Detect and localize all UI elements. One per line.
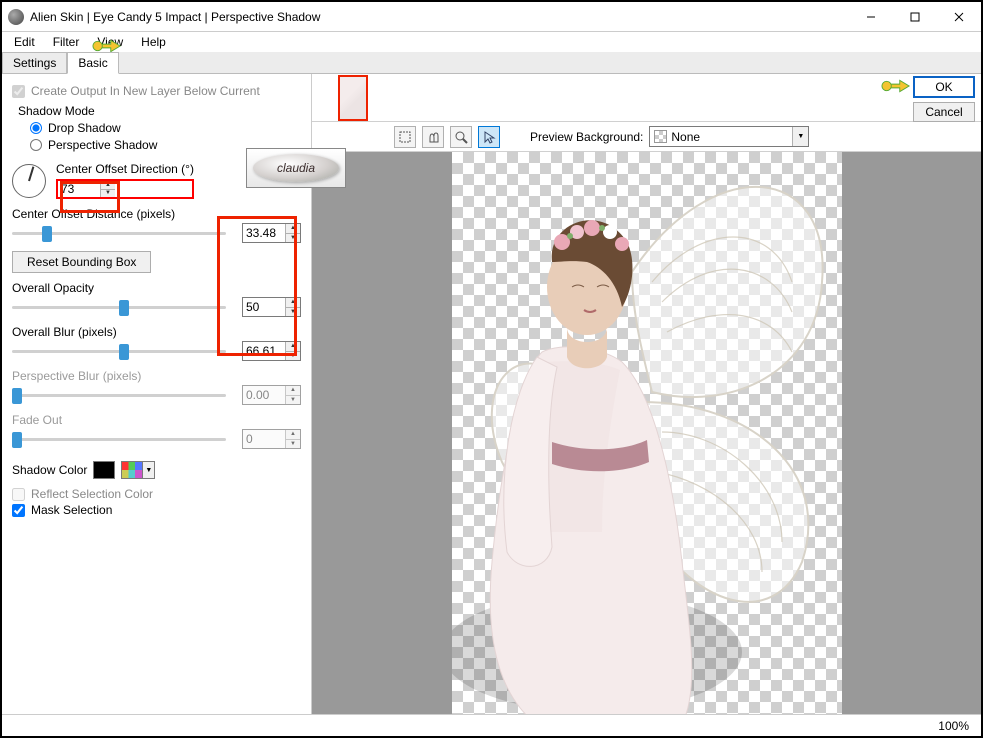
- fade-out-spinner: ▲▼: [242, 429, 301, 449]
- menubar: Edit Filter View Help: [2, 32, 981, 52]
- reset-bounding-box-button[interactable]: Reset Bounding Box: [12, 251, 151, 273]
- shadow-color-swatch[interactable]: [93, 461, 115, 479]
- overall-opacity-slider[interactable]: [12, 297, 226, 317]
- color-palette-icon[interactable]: [121, 461, 143, 479]
- center-offset-distance-input[interactable]: [243, 224, 285, 242]
- window-title: Alien Skin | Eye Candy 5 Impact | Perspe…: [30, 10, 849, 24]
- chevron-down-icon[interactable]: ▼: [792, 127, 808, 146]
- spin-up-icon[interactable]: ▲: [286, 224, 300, 234]
- ok-button[interactable]: OK: [913, 76, 975, 98]
- center-offset-distance-spinner[interactable]: ▲▼: [242, 223, 301, 243]
- watermark-stamp: claudia: [246, 148, 346, 188]
- drop-shadow-label: Drop Shadow: [48, 121, 121, 135]
- preview-area: OK Cancel Preview Background: None ▼: [312, 74, 981, 714]
- titlebar: Alien Skin | Eye Candy 5 Impact | Perspe…: [2, 2, 981, 32]
- preview-canvas[interactable]: [452, 152, 842, 714]
- preview-background-label: Preview Background:: [530, 130, 643, 144]
- perspective-blur-slider: [12, 385, 226, 405]
- create-output-label: Create Output In New Layer Below Current: [31, 84, 260, 98]
- center-offset-distance-label: Center Offset Distance (pixels): [12, 207, 301, 221]
- menu-edit[interactable]: Edit: [6, 33, 43, 51]
- create-output-checkbox: Create Output In New Layer Below Current: [12, 84, 301, 98]
- reflect-selection-checkbox: Reflect Selection Color: [12, 487, 301, 501]
- zoom-tool-icon[interactable]: [450, 126, 472, 148]
- perspective-blur-spinner: ▲▼: [242, 385, 301, 405]
- overall-blur-spinner[interactable]: ▲▼: [242, 341, 301, 361]
- spin-up-icon[interactable]: ▲: [286, 298, 300, 308]
- statusbar: 100%: [2, 714, 981, 736]
- zoom-level: 100%: [938, 719, 969, 733]
- drop-shadow-radio[interactable]: Drop Shadow: [30, 121, 301, 135]
- mask-selection-label: Mask Selection: [31, 503, 112, 517]
- color-dropdown-icon[interactable]: ▼: [143, 461, 155, 479]
- tab-settings[interactable]: Settings: [2, 52, 67, 73]
- reflect-selection-label: Reflect Selection Color: [31, 487, 153, 501]
- menu-view[interactable]: View: [89, 33, 131, 51]
- spin-up-icon[interactable]: ▲: [101, 181, 115, 190]
- fade-out-input: [243, 430, 285, 448]
- overall-blur-input[interactable]: [243, 342, 285, 360]
- perspective-blur-label: Perspective Blur (pixels): [12, 369, 301, 383]
- tab-basic[interactable]: Basic: [67, 52, 118, 74]
- center-offset-direction-input[interactable]: [58, 181, 100, 197]
- preview-canvas-wrap: [312, 152, 981, 714]
- close-button[interactable]: [937, 3, 981, 31]
- hand-tool-icon[interactable]: [422, 126, 444, 148]
- overall-opacity-label: Overall Opacity: [12, 281, 301, 295]
- angle-knob[interactable]: [12, 164, 46, 198]
- overall-opacity-spinner[interactable]: ▲▼: [242, 297, 301, 317]
- shadow-mode-label: Shadow Mode: [18, 104, 301, 118]
- app-icon: [8, 9, 24, 25]
- spin-down-icon[interactable]: ▼: [286, 234, 300, 243]
- checker-icon: [654, 130, 667, 143]
- center-offset-distance-slider[interactable]: [12, 223, 226, 243]
- menu-filter[interactable]: Filter: [45, 33, 88, 51]
- cancel-button[interactable]: Cancel: [913, 102, 975, 122]
- pointer-hand-icon: [881, 74, 911, 98]
- maximize-button[interactable]: [893, 3, 937, 31]
- preview-toolbar: Preview Background: None ▼: [312, 122, 981, 152]
- tab-strip: Settings Basic: [2, 52, 981, 74]
- minimize-button[interactable]: [849, 3, 893, 31]
- fade-out-label: Fade Out: [12, 413, 301, 427]
- thumbnail-row: OK Cancel: [312, 74, 981, 122]
- pointer-tool-icon[interactable]: [478, 126, 500, 148]
- spin-down-icon[interactable]: ▼: [286, 308, 300, 317]
- overall-opacity-input[interactable]: [243, 298, 285, 316]
- preview-background-value: None: [671, 130, 700, 144]
- perspective-shadow-label: Perspective Shadow: [48, 138, 157, 152]
- preview-thumbnail[interactable]: [338, 75, 368, 121]
- fade-out-slider: [12, 429, 226, 449]
- shadow-color-label: Shadow Color: [12, 463, 87, 477]
- spin-down-icon[interactable]: ▼: [286, 352, 300, 361]
- spin-up-icon[interactable]: ▲: [286, 342, 300, 352]
- center-offset-direction-label: Center Offset Direction (°): [56, 162, 194, 176]
- center-offset-direction-spinner[interactable]: ▲▼: [56, 179, 194, 199]
- watermark-text: claudia: [277, 161, 315, 175]
- marquee-tool-icon[interactable]: [394, 126, 416, 148]
- menu-help[interactable]: Help: [133, 33, 174, 51]
- overall-blur-slider[interactable]: [12, 341, 226, 361]
- preview-background-select[interactable]: None ▼: [649, 126, 809, 147]
- spin-down-icon[interactable]: ▼: [101, 190, 115, 198]
- preview-image: [452, 152, 842, 714]
- mask-selection-checkbox[interactable]: Mask Selection: [12, 503, 301, 517]
- perspective-blur-input: [243, 386, 285, 404]
- overall-blur-label: Overall Blur (pixels): [12, 325, 301, 339]
